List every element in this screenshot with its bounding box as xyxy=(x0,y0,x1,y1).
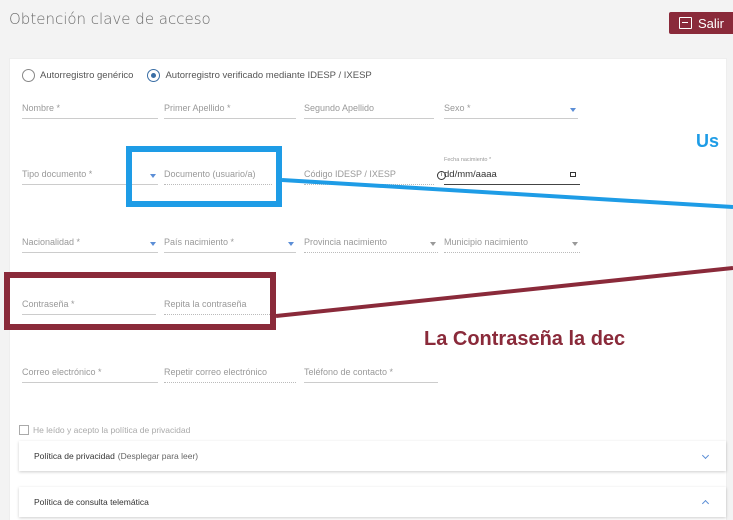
highlight-document-field xyxy=(126,146,282,207)
annotation-lines xyxy=(275,178,733,318)
red-pointer-line xyxy=(275,266,733,318)
blue-pointer-line xyxy=(281,178,733,209)
annotation-red-text: La Contraseña la dec xyxy=(424,328,626,350)
highlight-password-fields xyxy=(4,272,276,330)
annotation-blue-text: Us xyxy=(696,131,720,151)
